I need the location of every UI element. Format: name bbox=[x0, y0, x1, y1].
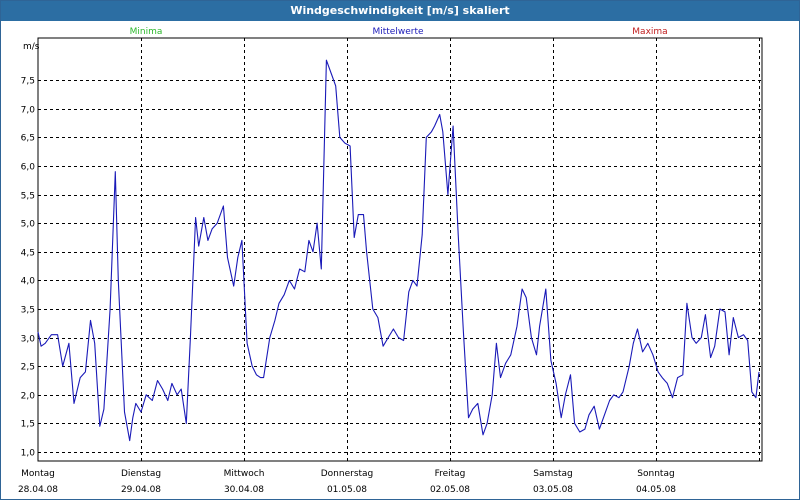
x-tick-day: Freitag bbox=[435, 469, 466, 479]
y-tick-label: 1,0 bbox=[21, 449, 36, 459]
x-tick-date: 02.05.08 bbox=[430, 485, 470, 495]
y-axis-unit: m/s bbox=[23, 42, 40, 52]
legend-mittelwerte: Mittelwerte bbox=[372, 27, 423, 37]
y-tick-label: 6,0 bbox=[21, 163, 36, 173]
series-line-mittelwerte bbox=[37, 59, 760, 442]
x-tick-day: Mittwoch bbox=[224, 469, 265, 479]
x-tick-day: Sonntag bbox=[637, 469, 674, 479]
x-tick-day: Dienstag bbox=[121, 469, 161, 479]
x-tick-day: Donnerstag bbox=[321, 469, 374, 479]
y-tick-label: 2,5 bbox=[21, 363, 35, 373]
wind-speed-chart: Minima Mittelwerte Maxima m/s 1,0 1,5 2,0 2… bbox=[18, 27, 763, 495]
y-tick-label: 4,5 bbox=[21, 249, 35, 259]
y-tick-label: 7,5 bbox=[21, 77, 35, 87]
y-tick-label: 1,5 bbox=[21, 420, 35, 430]
y-tick-label: 5,5 bbox=[21, 192, 35, 202]
y-tick-label: 5,0 bbox=[21, 220, 36, 230]
x-tick-day: Samstag bbox=[533, 469, 572, 479]
x-tick-date: 28.04.08 bbox=[18, 485, 58, 495]
x-tick-date: 29.04.08 bbox=[121, 485, 161, 495]
x-tick-date: 03.05.08 bbox=[533, 485, 573, 495]
y-tick-label: 2,0 bbox=[21, 392, 36, 402]
legend-minima: Minima bbox=[130, 27, 163, 37]
y-tick-label: 7,0 bbox=[21, 106, 36, 116]
x-tick-date: 30.04.08 bbox=[224, 485, 264, 495]
x-tick-date: 04.05.08 bbox=[636, 485, 676, 495]
legend-maxima: Maxima bbox=[632, 27, 667, 37]
plot-frame bbox=[37, 37, 763, 462]
y-tick-label: 3,0 bbox=[21, 335, 36, 345]
y-tick-label: 4,0 bbox=[21, 277, 36, 287]
y-tick-label: 6,5 bbox=[21, 134, 35, 144]
y-tick-label: 3,5 bbox=[21, 306, 35, 316]
x-tick-day: Montag bbox=[21, 469, 55, 479]
x-tick-date: 01.05.08 bbox=[327, 485, 367, 495]
